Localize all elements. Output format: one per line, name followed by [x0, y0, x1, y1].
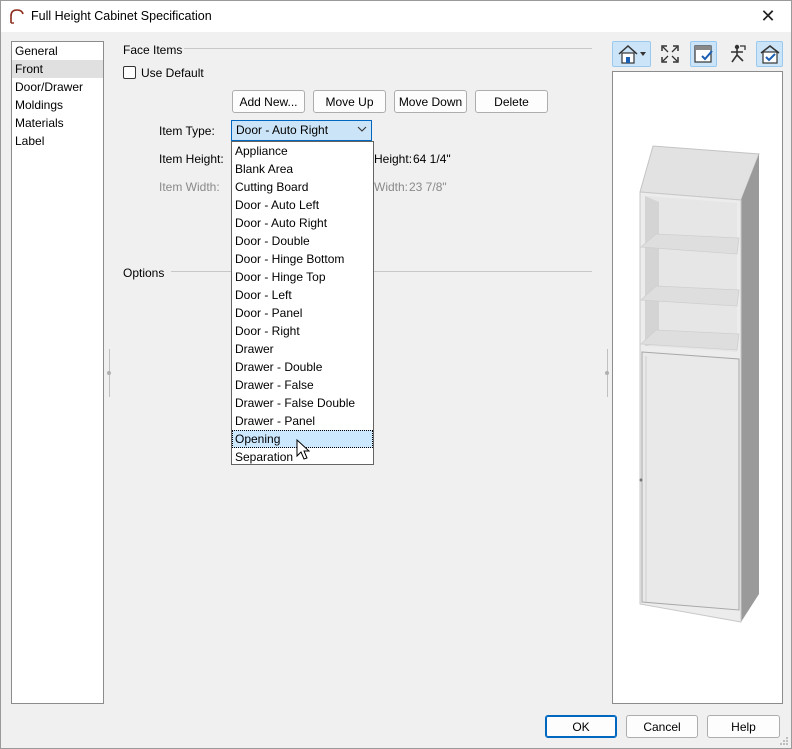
- render-toggle-icon: [760, 45, 779, 64]
- options-group-label: Options: [123, 266, 165, 280]
- view-type-button[interactable]: [612, 41, 651, 67]
- item-type-option-door-right[interactable]: Door - Right: [232, 322, 373, 340]
- delete-button[interactable]: Delete: [475, 90, 548, 113]
- title-bar: Full Height Cabinet Specification ✕: [1, 1, 791, 32]
- render-toggle-button[interactable]: [756, 41, 783, 67]
- mouse-cursor-icon: [296, 439, 310, 460]
- width-value: 23 7/8": [409, 180, 447, 194]
- add-new-button[interactable]: Add New...: [232, 90, 305, 113]
- options-divider-right: [374, 271, 592, 272]
- item-type-label: Item Type:: [159, 124, 215, 138]
- move-up-button[interactable]: Move Up: [313, 90, 386, 113]
- nav-item-front[interactable]: Front: [12, 60, 103, 78]
- item-type-option-appliance[interactable]: Appliance: [232, 142, 373, 160]
- item-type-option-door-hinge-top[interactable]: Door - Hinge Top: [232, 268, 373, 286]
- camera-control-button[interactable]: [723, 41, 751, 67]
- height-value: 64 1/4": [413, 152, 451, 166]
- view-type-icon: [618, 44, 646, 64]
- item-type-dropdown-list[interactable]: Appliance Blank Area Cutting Board Door - A…: [231, 141, 374, 465]
- close-icon: ✕: [760, 6, 776, 26]
- window-title: Full Height Cabinet Specification: [31, 9, 212, 23]
- item-type-option-door-hinge-bottom[interactable]: Door - Hinge Bottom: [232, 250, 373, 268]
- item-type-select[interactable]: Door - Auto Right: [231, 120, 372, 141]
- item-type-option-door-auto-left[interactable]: Door - Auto Left: [232, 196, 373, 214]
- item-type-option-drawer[interactable]: Drawer: [232, 340, 373, 358]
- item-type-option-drawer-false[interactable]: Drawer - False: [232, 376, 373, 394]
- cabinet-3d-render: [639, 145, 760, 623]
- nav-item-label[interactable]: Label: [12, 132, 103, 150]
- height-value-label: Height:: [374, 152, 413, 166]
- fill-window-button[interactable]: [657, 41, 683, 67]
- item-type-option-drawer-false-double[interactable]: Drawer - False Double: [232, 394, 373, 412]
- nav-item-moldings[interactable]: Moldings: [12, 96, 103, 114]
- item-type-option-drawer-double[interactable]: Drawer - Double: [232, 358, 373, 376]
- layer-toggle-icon: [693, 45, 713, 63]
- dialog-window: Full Height Cabinet Specification ✕ Gene…: [0, 0, 792, 749]
- item-type-option-door-auto-right[interactable]: Door - Auto Right: [232, 214, 373, 232]
- category-list: General Front Door/Drawer Moldings Materials…: [11, 41, 104, 704]
- use-default-checkbox[interactable]: [123, 66, 136, 79]
- item-type-option-drawer-panel[interactable]: Drawer - Panel: [232, 412, 373, 430]
- app-arch-icon: [10, 9, 24, 24]
- options-divider-left: [171, 271, 231, 272]
- ok-button[interactable]: OK: [545, 715, 617, 738]
- item-type-option-door-double[interactable]: Door - Double: [232, 232, 373, 250]
- layer-toggle-button[interactable]: [690, 41, 717, 67]
- item-type-option-cutting-board[interactable]: Cutting Board: [232, 178, 373, 196]
- resize-grip-icon[interactable]: [779, 736, 789, 746]
- item-type-value: Door - Auto Right: [236, 123, 329, 137]
- use-default-label[interactable]: Use Default: [141, 66, 204, 80]
- nav-item-materials[interactable]: Materials: [12, 114, 103, 132]
- fill-window-icon: [661, 45, 679, 63]
- cancel-button[interactable]: Cancel: [626, 715, 698, 738]
- chevron-down-icon: [357, 126, 367, 132]
- item-type-option-door-panel[interactable]: Door - Panel: [232, 304, 373, 322]
- item-type-option-blank-area[interactable]: Blank Area: [232, 160, 373, 178]
- left-splitter-grip: [107, 371, 111, 375]
- item-width-label: Item Width:: [159, 180, 220, 194]
- move-down-button[interactable]: Move Down: [394, 90, 467, 113]
- face-items-group-label: Face Items: [123, 43, 183, 57]
- item-height-label: Item Height:: [159, 152, 224, 166]
- close-button[interactable]: ✕: [745, 1, 791, 32]
- camera-control-icon: [731, 44, 746, 63]
- width-value-label: Width:: [374, 180, 409, 194]
- help-button[interactable]: Help: [707, 715, 780, 738]
- nav-item-general[interactable]: General: [12, 42, 103, 60]
- cabinet-preview[interactable]: [612, 71, 783, 704]
- face-items-divider: [184, 48, 592, 49]
- nav-item-door-drawer[interactable]: Door/Drawer: [12, 78, 103, 96]
- right-splitter-grip: [605, 371, 609, 375]
- item-type-option-door-left[interactable]: Door - Left: [232, 286, 373, 304]
